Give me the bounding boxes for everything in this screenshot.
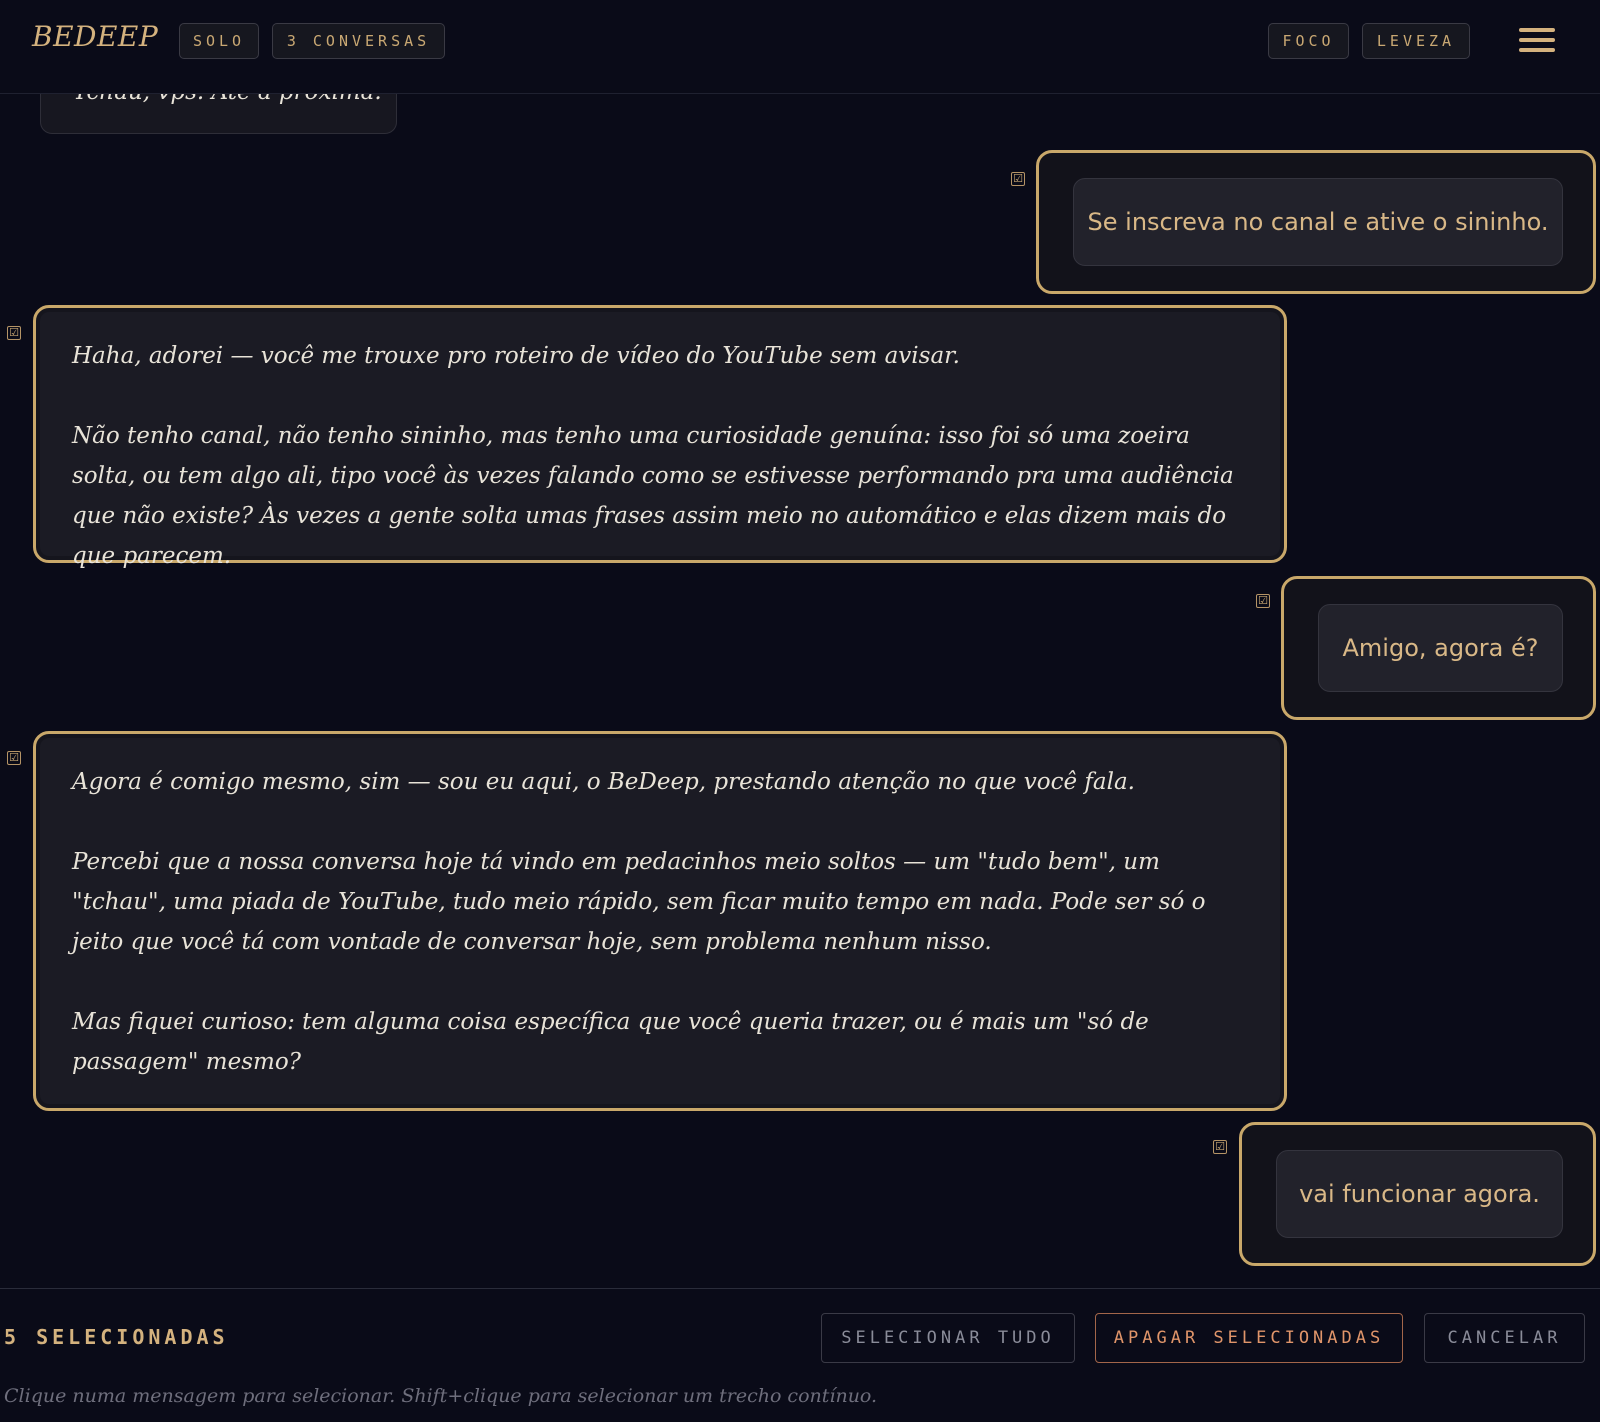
delete-selected-button[interactable]: APAGAR SELECIONADAS <box>1095 1313 1403 1363</box>
message-text: Se inscreva no canal e ative o sininho. <box>1073 178 1563 266</box>
mode-chip-solo[interactable]: SOLO <box>179 23 259 59</box>
previous-message-text: Tchau, vps. Até a próxima. <box>73 94 382 105</box>
mode-chip-leveza[interactable]: LEVEZA <box>1362 23 1470 59</box>
message-checkbox[interactable]: ☑ <box>7 326 21 340</box>
selection-hint: Clique numa mensagem para selecionar. Sh… <box>4 1385 878 1407</box>
selected-count: 5 SELECIONADAS <box>4 1325 229 1349</box>
mode-chip-foco[interactable]: FOCO <box>1268 23 1349 59</box>
message-checkbox[interactable]: ☑ <box>1011 172 1025 186</box>
previous-message-partial[interactable]: Tchau, vps. Até a próxima. <box>40 94 397 134</box>
app-logo[interactable]: BEDEEP <box>32 20 158 53</box>
message-paragraph: Mas fiquei curioso: tem alguma coisa esp… <box>72 1009 1149 1075</box>
message-text: vai funcionar agora. <box>1276 1150 1563 1238</box>
message-paragraph: Haha, adorei — você me trouxe pro roteir… <box>72 343 960 369</box>
message-assistant-2[interactable]: Agora é comigo mesmo, sim — sou eu aqui,… <box>33 731 1287 1111</box>
message-user-2[interactable]: Amigo, agora é? <box>1281 576 1596 720</box>
message-paragraph: Agora é comigo mesmo, sim — sou eu aqui,… <box>72 769 1135 795</box>
message-paragraph: Não tenho canal, não tenho sininho, mas … <box>72 423 1234 569</box>
conversations-chip[interactable]: 3 CONVERSAS <box>272 23 445 59</box>
message-checkbox[interactable]: ☑ <box>1213 1140 1227 1154</box>
selection-bar: 5 SELECIONADAS SELECIONAR TUDO APAGAR SE… <box>0 1288 1600 1422</box>
message-checkbox[interactable]: ☑ <box>1256 594 1270 608</box>
message-text: Amigo, agora é? <box>1318 604 1563 692</box>
message-user-3[interactable]: vai funcionar agora. <box>1239 1122 1596 1266</box>
chat-scroll-area[interactable]: Tchau, vps. Até a próxima. ☑ Se inscreva… <box>0 94 1600 1288</box>
top-bar: BEDEEP SOLO 3 CONVERSAS FOCO LEVEZA <box>0 0 1600 94</box>
select-all-button[interactable]: SELECIONAR TUDO <box>821 1313 1075 1363</box>
hamburger-menu-icon[interactable] <box>1519 28 1555 54</box>
message-checkbox[interactable]: ☑ <box>7 751 21 765</box>
message-assistant-1[interactable]: Haha, adorei — você me trouxe pro roteir… <box>33 305 1287 569</box>
message-user-1[interactable]: Se inscreva no canal e ative o sininho. <box>1036 150 1596 294</box>
cancel-button[interactable]: CANCELAR <box>1424 1313 1585 1363</box>
message-paragraph: Percebi que a nossa conversa hoje tá vin… <box>72 849 1206 955</box>
